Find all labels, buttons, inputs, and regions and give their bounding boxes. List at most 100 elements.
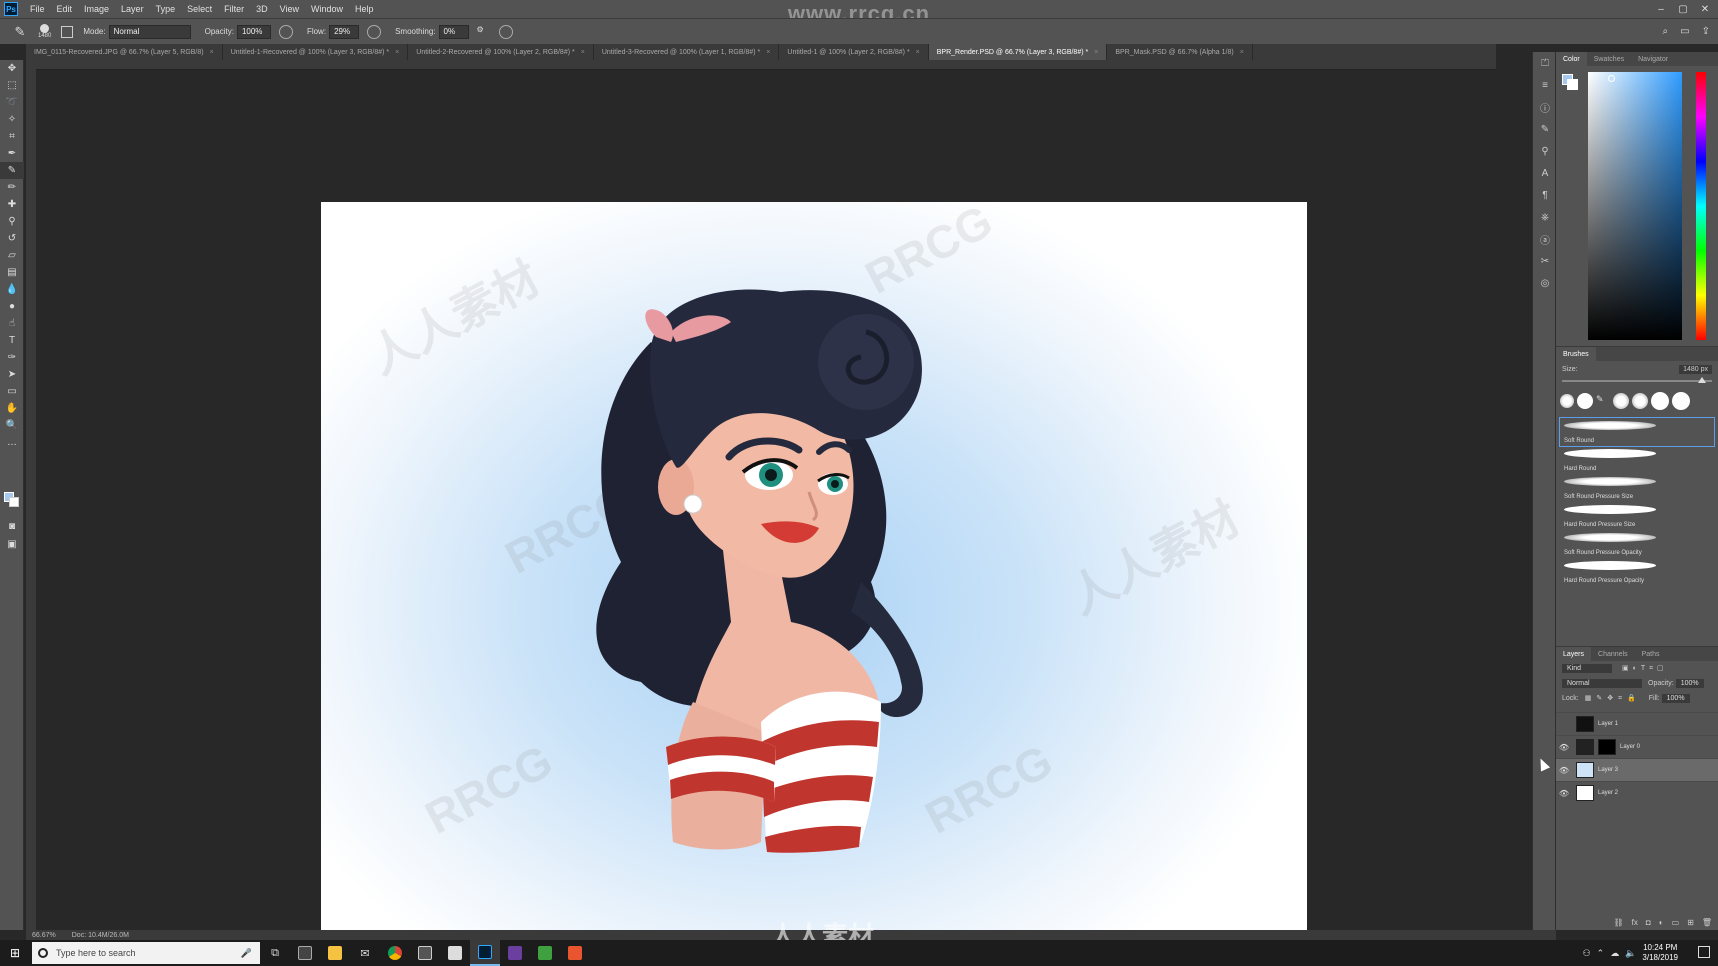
task-view-icon[interactable]: ⧉ <box>260 940 290 966</box>
layer-row[interactable]: Layer 1 <box>1556 712 1718 735</box>
brush-tool-preset-icon[interactable]: ✎ <box>6 22 34 42</box>
adjustment-layer-icon[interactable]: ◐ <box>1659 918 1664 927</box>
file-explorer-icon[interactable] <box>320 940 350 966</box>
tab-navigator[interactable]: Navigator <box>1631 52 1675 66</box>
network-icon[interactable]: ☁ <box>1610 948 1619 959</box>
brush-size-picker[interactable]: 1480 <box>38 24 51 39</box>
color-picker-marker[interactable] <box>1608 75 1615 82</box>
close-tab-icon[interactable]: × <box>1240 49 1244 56</box>
close-tab-icon[interactable]: × <box>1094 49 1098 56</box>
smoothing-settings-gear-icon[interactable]: ⚙ <box>477 25 491 39</box>
tab-brushes[interactable]: Brushes <box>1556 347 1596 361</box>
size-slider[interactable] <box>1562 377 1712 383</box>
blur-tool-icon[interactable]: 💧 <box>0 281 24 298</box>
brush-item[interactable]: Hard Round Pressure Opacity <box>1560 558 1714 586</box>
eye-icon[interactable]: 👁 <box>1556 766 1572 775</box>
brush-preset[interactable] <box>1577 393 1593 409</box>
brush-panel-toggle-icon[interactable] <box>61 25 74 38</box>
pen-tool-icon[interactable]: ✑ <box>0 349 24 366</box>
3d-icon[interactable]: ◎ <box>1533 272 1557 294</box>
move-tool-icon[interactable]: ✥ <box>0 60 24 77</box>
layer-row[interactable]: 👁 Layer 0 <box>1556 735 1718 758</box>
store-icon[interactable] <box>290 940 320 966</box>
path-select-tool-icon[interactable]: ➤ <box>0 366 24 383</box>
fill-field[interactable]: 100% <box>1661 694 1690 703</box>
opacity-field[interactable]: 100% <box>236 24 271 39</box>
history-icon[interactable]: ⏍ <box>1533 52 1557 74</box>
brush-item[interactable]: Soft Round <box>1559 417 1715 447</box>
smudge-tool-icon[interactable]: ☝ <box>0 315 24 332</box>
new-layer-icon[interactable]: ⊞ <box>1687 918 1694 927</box>
tab-channels[interactable]: Channels <box>1591 647 1635 661</box>
minimize-icon[interactable]: – <box>1650 0 1672 18</box>
character-icon[interactable]: A <box>1533 162 1557 184</box>
windows-start-icon[interactable]: ⊞ <box>0 940 30 966</box>
people-icon[interactable]: ⚇ <box>1583 948 1591 959</box>
shape-tool-icon[interactable]: ▭ <box>0 383 24 400</box>
group-icon[interactable]: ▭ <box>1672 918 1680 927</box>
mode-select[interactable]: Normal <box>108 24 191 39</box>
volume-icon[interactable]: 🔈 <box>1625 948 1636 959</box>
app-icon[interactable] <box>560 940 590 966</box>
menu-image[interactable]: Image <box>78 4 115 14</box>
menu-type[interactable]: Type <box>150 4 182 14</box>
info-icon[interactable]: ⓘ <box>1533 96 1557 118</box>
marquee-tool-icon[interactable]: ⬚ <box>0 77 24 94</box>
brush-item[interactable]: Soft Round Pressure Opacity <box>1560 530 1714 558</box>
brush-preset-icon[interactable]: ✎ <box>1596 394 1610 408</box>
layer-mask-thumbnail[interactable] <box>1598 739 1616 755</box>
brush-item[interactable]: Hard Round <box>1560 446 1714 474</box>
gradient-tool-icon[interactable]: ▤ <box>0 264 24 281</box>
tab-doc-2[interactable]: Untitled-1-Recovered @ 100% (Layer 3, RG… <box>223 44 409 60</box>
eraser-tool-icon[interactable]: ▱ <box>0 247 24 264</box>
app-icon[interactable] <box>440 940 470 966</box>
menu-window[interactable]: Window <box>305 4 349 14</box>
crop-tool-icon[interactable]: ⌗ <box>0 128 24 145</box>
zoom-level[interactable]: 66.67% <box>32 932 56 939</box>
menu-layer[interactable]: Layer <box>115 4 150 14</box>
lock-icons[interactable]: ▦✎✥⌗🔒 <box>1585 694 1641 703</box>
tools-icon[interactable]: ✂ <box>1533 250 1557 272</box>
layer-row-selected[interactable]: 👁 Layer 3 <box>1556 758 1718 781</box>
paragraph-icon[interactable]: ¶ <box>1533 184 1557 206</box>
menu-file[interactable]: File <box>24 4 51 14</box>
menu-help[interactable]: Help <box>349 4 380 14</box>
kind-filter-select[interactable]: Kind <box>1562 664 1612 673</box>
vertical-ruler[interactable] <box>26 60 36 930</box>
airbrush-icon[interactable] <box>367 24 382 39</box>
tab-swatches[interactable]: Swatches <box>1587 52 1631 66</box>
layer-name[interactable]: Layer 3 <box>1598 767 1618 773</box>
quick-mask-icon[interactable]: ◙ <box>0 518 24 535</box>
close-tab-icon[interactable]: × <box>395 49 399 56</box>
tab-color[interactable]: Color <box>1556 52 1587 66</box>
workspace-icon[interactable]: ▭ <box>1680 26 1689 37</box>
tab-doc-1[interactable]: IMG_0115-Recovered.JPG @ 66.7% (Layer 5,… <box>26 44 223 60</box>
blend-mode-select[interactable]: Normal <box>1562 679 1642 688</box>
tab-doc-5[interactable]: Untitled-1 @ 100% (Layer 2, RGB/8#) * × <box>779 44 929 60</box>
pressure-size-icon[interactable] <box>498 24 513 39</box>
close-icon[interactable]: ✕ <box>1694 0 1716 18</box>
color-swatches[interactable] <box>4 492 19 507</box>
menu-edit[interactable]: Edit <box>51 4 79 14</box>
history-brush-tool-icon[interactable]: ↺ <box>0 230 24 247</box>
notification-icon[interactable] <box>1698 946 1710 958</box>
hue-slider[interactable] <box>1696 72 1706 340</box>
pressure-opacity-icon[interactable] <box>278 24 293 39</box>
lasso-tool-icon[interactable]: ➰ <box>0 94 24 111</box>
chevron-up-icon[interactable]: ⌃ <box>1597 948 1605 959</box>
panel-background-swatch[interactable] <box>1567 79 1578 90</box>
brush-item[interactable]: Soft Round Pressure Size <box>1560 474 1714 502</box>
more-tools-icon[interactable]: … <box>0 434 24 451</box>
add-mask-icon[interactable]: ◘ <box>1646 918 1651 927</box>
eyedropper-tool-icon[interactable]: ✒ <box>0 145 24 162</box>
photoshop-logo-icon[interactable]: Ps <box>4 2 18 16</box>
menu-filter[interactable]: Filter <box>218 4 250 14</box>
document-canvas[interactable]: 人人素材 RRCG RRCG 人人素材 RRCG RRCG <box>321 202 1307 939</box>
fx-icon[interactable]: fx <box>1632 918 1638 927</box>
flow-field[interactable]: 29% <box>329 24 360 39</box>
share-icon[interactable]: ⇪ <box>1702 26 1710 37</box>
background-color-swatch[interactable] <box>9 497 19 507</box>
layer-opacity-field[interactable]: 100% <box>1675 679 1704 688</box>
layer-name[interactable]: Layer 1 <box>1598 721 1618 727</box>
properties-icon[interactable]: ≡ <box>1533 74 1557 96</box>
